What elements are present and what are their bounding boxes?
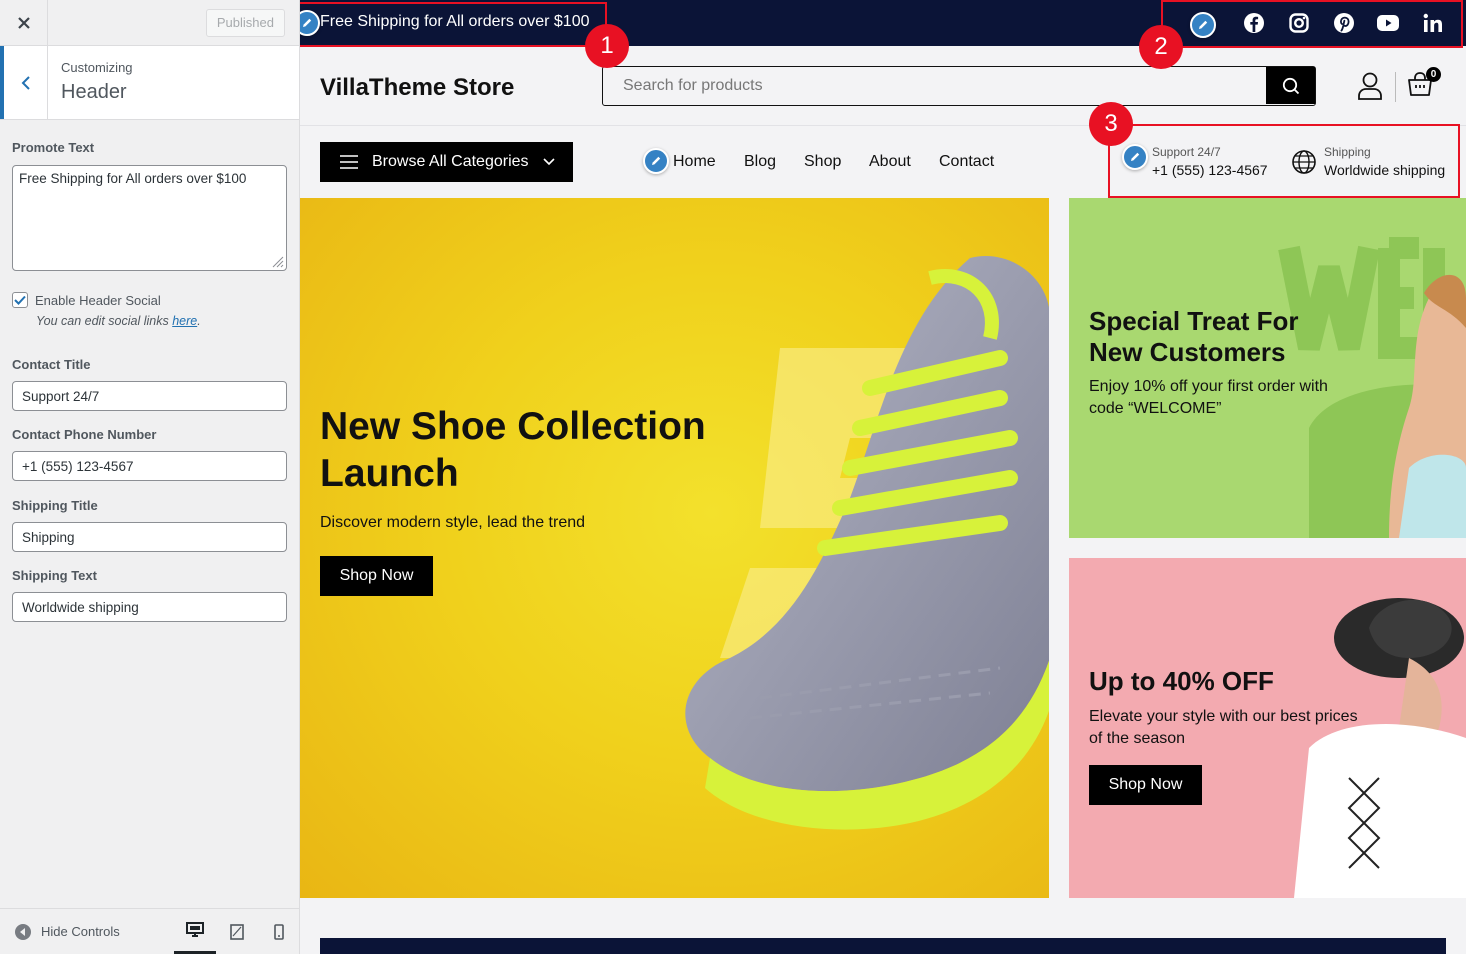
panel-header: Published (0, 0, 299, 46)
promo-banner-sale[interactable]: Up to 40% OFF Elevate your style with ou… (1069, 558, 1466, 898)
customizer-panel: Published Customizing Header Promote Tex… (0, 0, 300, 954)
site-preview: Free Shipping for All orders over $100 V… (300, 0, 1466, 954)
promo2-subtitle: Elevate your style with our best prices … (1089, 708, 1358, 747)
search-button[interactable] (1266, 67, 1315, 104)
browse-categories-label: Browse All Categories (372, 153, 529, 170)
hide-controls-label: Hide Controls (41, 924, 120, 939)
enable-social-checkbox[interactable] (12, 292, 28, 308)
social-description: You can edit social links here. (36, 314, 201, 328)
enable-social-row[interactable]: Enable Header Social (12, 292, 161, 308)
mobile-icon (274, 923, 284, 940)
shipping-title-label: Shipping Title (12, 498, 98, 513)
section-title: Header (61, 81, 127, 103)
promo2-shop-now-button[interactable]: Shop Now (1089, 765, 1202, 805)
breadcrumb: Customizing (61, 60, 133, 75)
social-links-link[interactable]: here (172, 314, 197, 328)
model-image (1389, 274, 1466, 538)
back-button[interactable] (0, 46, 48, 119)
promo2-title: Up to 40% OFF (1089, 666, 1274, 696)
nav-about[interactable]: About (869, 153, 911, 171)
shipping-text-input[interactable] (12, 592, 287, 622)
close-icon (17, 16, 30, 29)
enable-social-label: Enable Header Social (35, 292, 161, 308)
social-desc-text: You can edit social links (36, 314, 173, 328)
pencil-icon (652, 156, 661, 165)
menu-icon (340, 155, 358, 169)
shipping-text-label: Shipping Text (12, 568, 97, 583)
tablet-icon (230, 923, 244, 940)
hero-banner[interactable]: New Shoe Collection Launch Discover mode… (300, 198, 1049, 898)
device-switcher (174, 909, 300, 954)
resize-handle-icon[interactable] (270, 254, 284, 268)
footer-strip (320, 938, 1446, 954)
nav-shop[interactable]: Shop (804, 153, 841, 171)
section-titles: Customizing Header (48, 46, 133, 119)
hero-subtitle: Discover modern style, lead the trend (320, 514, 586, 531)
account-icon[interactable] (1357, 72, 1383, 100)
hero-shop-now-button[interactable]: Shop Now (320, 556, 433, 596)
header-main: VillaTheme Store 0 (300, 46, 1466, 126)
contact-title-input[interactable] (12, 381, 287, 411)
published-button[interactable]: Published (205, 8, 285, 37)
promo1-subtitle: Enjoy 10% off your first order with code… (1089, 378, 1328, 417)
sneaker-image (685, 256, 1049, 830)
annotation-badge-3: 3 (1089, 102, 1133, 146)
chevron-down-icon (543, 158, 555, 166)
browse-categories-button[interactable]: Browse All Categories (320, 142, 573, 182)
section-header: Customizing Header (0, 46, 299, 120)
panel-footer: Hide Controls (0, 908, 300, 954)
store-logo[interactable]: VillaTheme Store (320, 74, 514, 102)
chevron-left-icon (21, 75, 30, 90)
cart-count-badge: 0 (1426, 67, 1441, 82)
collapse-icon (15, 923, 31, 940)
annotation-badge-2: 2 (1139, 25, 1183, 69)
promote-text-input[interactable]: Free Shipping for All orders over $100 (12, 165, 287, 271)
search-icon (1282, 77, 1299, 94)
edit-menu-shortcut[interactable] (643, 148, 669, 174)
annotation-box-3 (1108, 124, 1460, 198)
tablet-preview-button[interactable] (216, 909, 258, 954)
hide-controls-button[interactable]: Hide Controls (14, 923, 120, 941)
desktop-preview-button[interactable] (174, 909, 216, 954)
annotation-badge-1: 1 (585, 24, 629, 68)
contact-title-label: Contact Title (12, 357, 91, 372)
annotation-box-2 (1161, 0, 1463, 48)
nav-contact[interactable]: Contact (939, 153, 994, 171)
social-desc-end: . (197, 314, 201, 328)
contact-phone-label: Contact Phone Number (12, 427, 157, 442)
mobile-preview-button[interactable] (258, 909, 300, 954)
desktop-icon (186, 921, 204, 937)
nav-blog[interactable]: Blog (744, 153, 776, 171)
promo-banner-welcome[interactable]: Special Treat For New Customers Enjoy 10… (1069, 198, 1466, 538)
contact-phone-input[interactable] (12, 451, 287, 481)
checkmark-icon (14, 295, 26, 305)
close-customizer-button[interactable] (0, 0, 48, 46)
shipping-title-input[interactable] (12, 522, 287, 552)
search-bar (602, 66, 1316, 106)
annotation-box-1 (300, 2, 607, 47)
nav-home[interactable]: Home (673, 153, 716, 171)
promo1-title: Special Treat For New Customers (1089, 306, 1299, 367)
promote-text-label: Promote Text (12, 140, 95, 155)
hero-title: New Shoe Collection Launch (320, 405, 706, 495)
search-input[interactable] (603, 67, 1266, 105)
header-divider (1395, 72, 1396, 102)
